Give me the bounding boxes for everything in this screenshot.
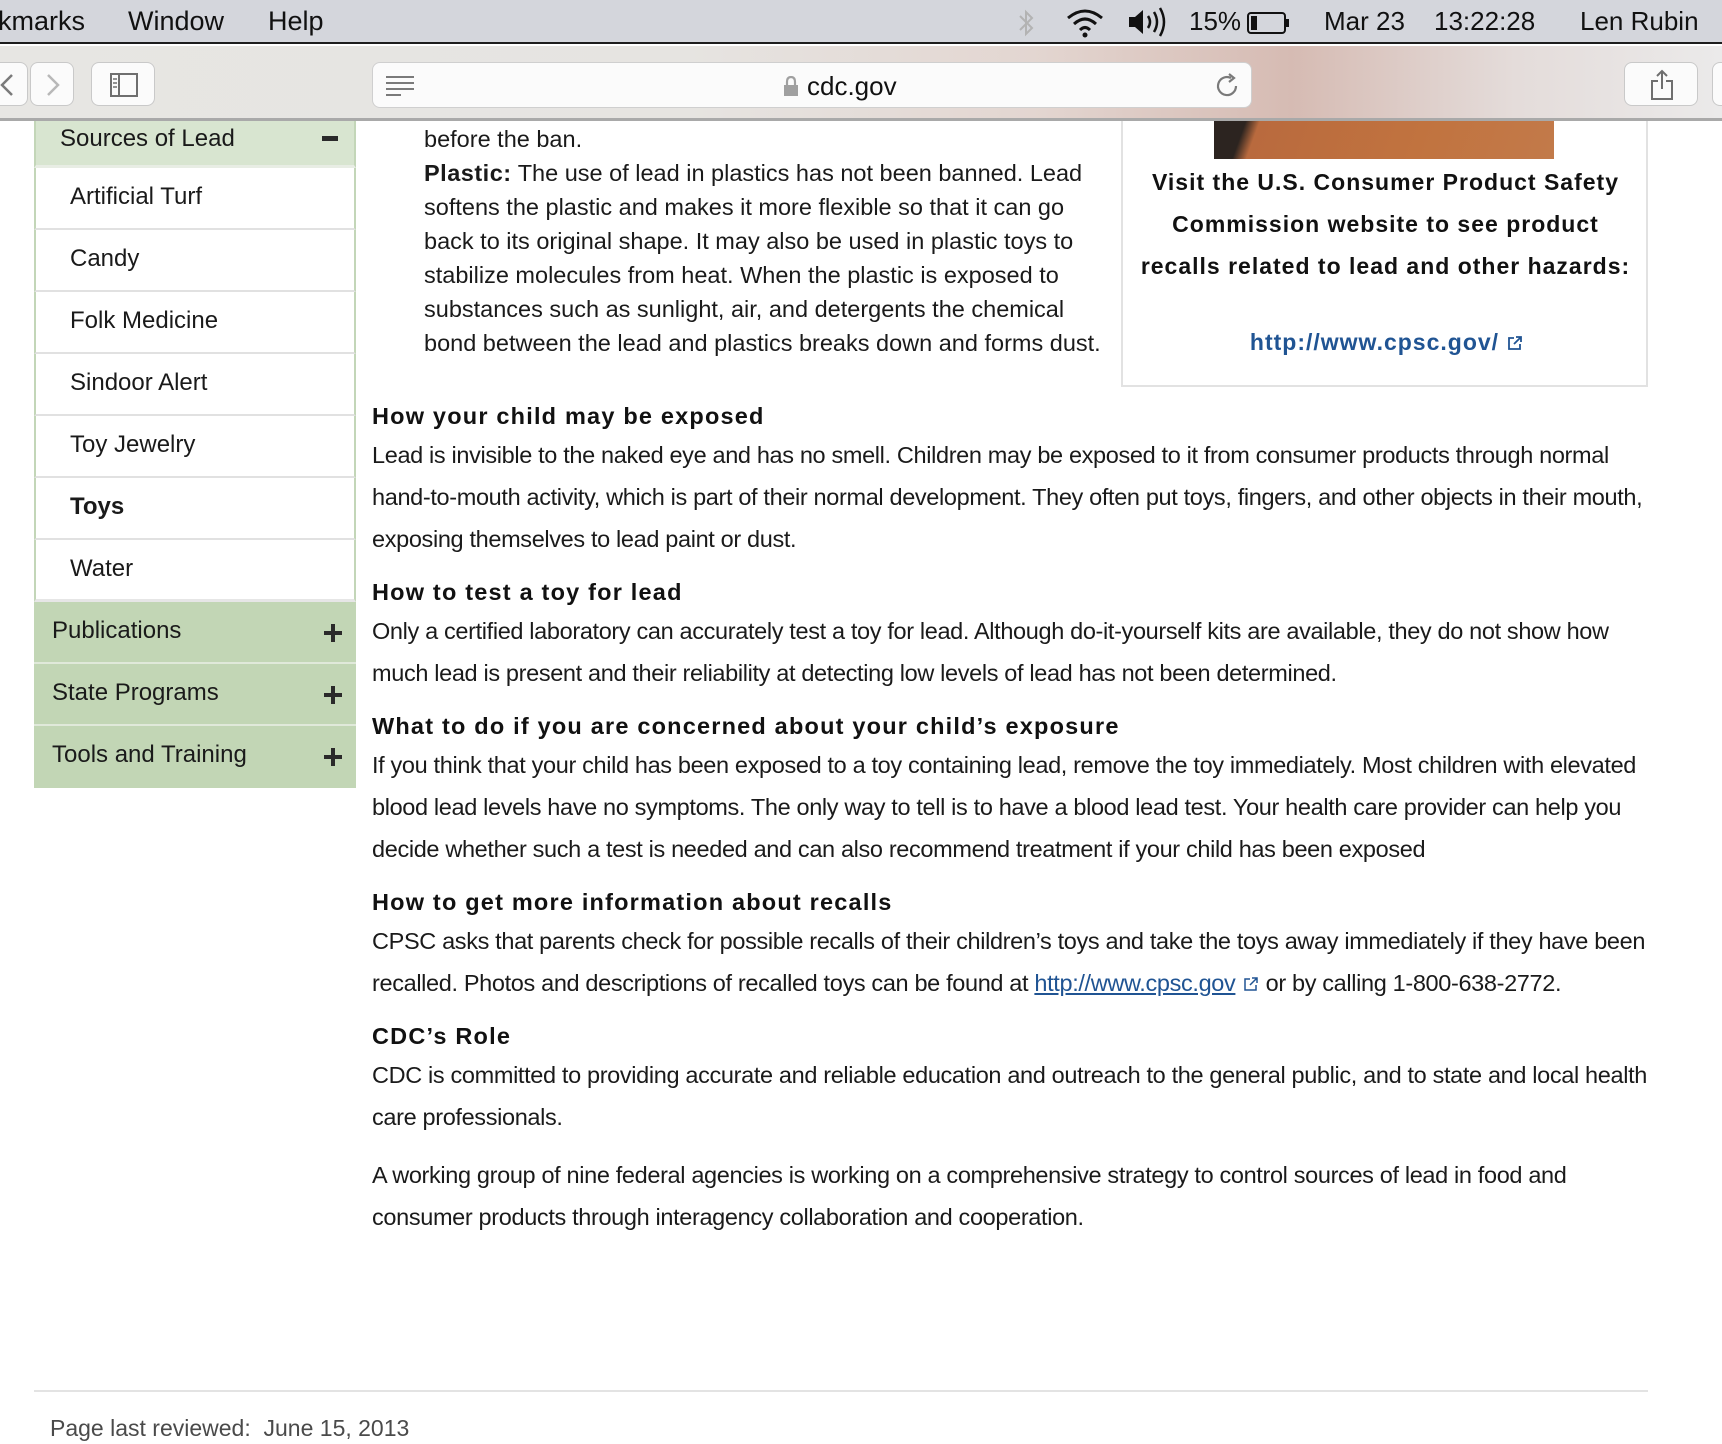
share-button[interactable] xyxy=(1624,62,1698,106)
section-exposure: How your child may be exposed Lead is in… xyxy=(372,398,1657,560)
back-icon xyxy=(0,74,13,96)
external-link-icon xyxy=(1244,977,1259,991)
sidebar-item-tools-and-training[interactable]: Tools and Training xyxy=(34,726,356,788)
sidebar-item-label: Toys xyxy=(70,493,125,520)
show-sidebar-button[interactable] xyxy=(91,62,155,106)
menubar-clock[interactable]: 13:22:28 xyxy=(1434,6,1535,37)
browser-toolbar: cdc.gov xyxy=(0,46,1722,121)
bluetooth-icon[interactable] xyxy=(1015,8,1037,38)
sidebar-item-water[interactable]: Water xyxy=(34,540,356,602)
sidebar-item-folk-medicine[interactable]: Folk Medicine xyxy=(34,292,356,354)
plus-icon[interactable] xyxy=(324,624,342,642)
menubar-user[interactable]: Len Rubin xyxy=(1580,6,1699,37)
menubar-date[interactable]: Mar 23 xyxy=(1324,6,1405,37)
volume-icon[interactable] xyxy=(1127,6,1173,38)
sidebar-item-toys[interactable]: Toys xyxy=(34,478,356,540)
sidebar-item-label: Candy xyxy=(70,245,140,272)
section-heading: How your child may be exposed xyxy=(372,403,765,429)
plastic-paragraph: before the ban. Plastic: The use of lead… xyxy=(424,122,1114,360)
page-last-reviewed: Page last reviewed: June 15, 2013 xyxy=(50,1415,409,1442)
battery-percent: 15% xyxy=(1189,6,1242,36)
section-paragraph: A working group of nine federal agencies… xyxy=(372,1162,1567,1230)
sidebar-section-label: Sources of Lead xyxy=(60,125,235,152)
sidebar-item-publications[interactable]: Publications xyxy=(34,602,356,664)
section-paragraph: Lead is invisible to the naked eye and h… xyxy=(372,442,1643,552)
menu-window[interactable]: Window xyxy=(128,6,224,37)
footer-divider xyxy=(34,1390,1648,1392)
section-heading: How to test a toy for lead xyxy=(372,579,683,605)
sidebar-item-label: Water xyxy=(70,555,134,582)
reader-icon[interactable] xyxy=(385,75,415,97)
minus-icon[interactable] xyxy=(322,136,338,141)
external-link-icon xyxy=(1508,336,1522,350)
share-icon xyxy=(1651,69,1673,100)
sidebar-item-label: Tools and Training xyxy=(52,741,247,768)
section-recalls: How to get more information about recall… xyxy=(372,884,1657,1004)
sidebar-nav: Sources of Lead Artificial Turf Candy Fo… xyxy=(34,121,356,788)
reload-icon[interactable] xyxy=(1215,73,1241,99)
sidebar-item-artificial-turf[interactable]: Artificial Turf xyxy=(34,168,356,230)
sidebar-item-state-programs[interactable]: State Programs xyxy=(34,664,356,726)
sidebar-item-label: Publications xyxy=(52,617,182,644)
section-heading: How to get more information about recall… xyxy=(372,889,893,915)
sidebar-item-toy-jewelry[interactable]: Toy Jewelry xyxy=(34,416,356,478)
sidebar-item-label: Artificial Turf xyxy=(70,183,203,210)
article-content: How your child may be exposed Lead is in… xyxy=(372,398,1657,1252)
section-paragraph: If you think that your child has been ex… xyxy=(372,752,1637,862)
sidebar-item-candy[interactable]: Candy xyxy=(34,230,356,292)
forward-button[interactable] xyxy=(30,62,74,106)
forward-icon xyxy=(47,74,60,96)
back-button[interactable] xyxy=(0,62,28,106)
url-text[interactable]: cdc.gov xyxy=(807,71,897,102)
recall-text-after: or by calling 1-800-638-2772. xyxy=(1259,970,1562,996)
cpsc-image xyxy=(1214,121,1554,159)
plastic-text: The use of lead in plastics has not been… xyxy=(424,160,1101,356)
section-paragraph: CDC is committed to providing accurate a… xyxy=(372,1062,1647,1130)
cpsc-callout: Visit the U.S. Consumer Product Safety C… xyxy=(1121,121,1648,387)
sidebar-section-sources-of-lead[interactable]: Sources of Lead xyxy=(34,121,356,168)
section-heading: CDC’s Role xyxy=(372,1023,512,1049)
lock-icon xyxy=(784,76,798,96)
plus-icon[interactable] xyxy=(324,686,342,704)
sidebar-item-label: Folk Medicine xyxy=(70,307,219,334)
battery-icon[interactable] xyxy=(1247,12,1291,34)
tab-overview-button[interactable] xyxy=(1712,62,1722,106)
section-paragraph: CPSC asks that parents check for possibl… xyxy=(372,920,1657,1004)
sidebar-item-label: State Programs xyxy=(52,679,219,706)
section-paragraph: Only a certified laboratory can accurate… xyxy=(372,618,1609,686)
macos-menu-bar: kmarks Window Help 15% Mar 23 13:22:28 L… xyxy=(0,0,1722,44)
section-testing: How to test a toy for lead Only a certif… xyxy=(372,574,1657,694)
wifi-icon[interactable] xyxy=(1065,6,1105,38)
last-reviewed-date: June 15, 2013 xyxy=(263,1415,410,1441)
section-cdc-role: CDC’s Role CDC is committed to providing… xyxy=(372,1018,1657,1238)
menu-help[interactable]: Help xyxy=(268,6,324,37)
last-reviewed-label: Page last reviewed: xyxy=(50,1415,251,1441)
cpsc-link[interactable]: http://www.cpsc.gov/ xyxy=(1250,329,1499,355)
sidebar-icon xyxy=(110,73,138,97)
sidebar-item-label: Toy Jewelry xyxy=(70,431,196,458)
section-heading: What to do if you are concerned about yo… xyxy=(372,713,1120,739)
text-fragment: before the ban. xyxy=(424,126,583,152)
cpsc-callout-text: Visit the U.S. Consumer Product Safety C… xyxy=(1140,169,1631,279)
menu-bookmarks[interactable]: kmarks xyxy=(0,6,85,37)
sidebar-item-label: Sindoor Alert xyxy=(70,369,208,396)
address-bar[interactable]: cdc.gov xyxy=(372,62,1252,108)
plastic-label: Plastic: xyxy=(424,160,512,186)
sidebar-item-sindoor-alert[interactable]: Sindoor Alert xyxy=(34,354,356,416)
section-concerned: What to do if you are concerned about yo… xyxy=(372,708,1657,870)
plus-icon[interactable] xyxy=(324,748,342,766)
cpsc-inline-link[interactable]: http://www.cpsc.gov xyxy=(1034,970,1235,996)
